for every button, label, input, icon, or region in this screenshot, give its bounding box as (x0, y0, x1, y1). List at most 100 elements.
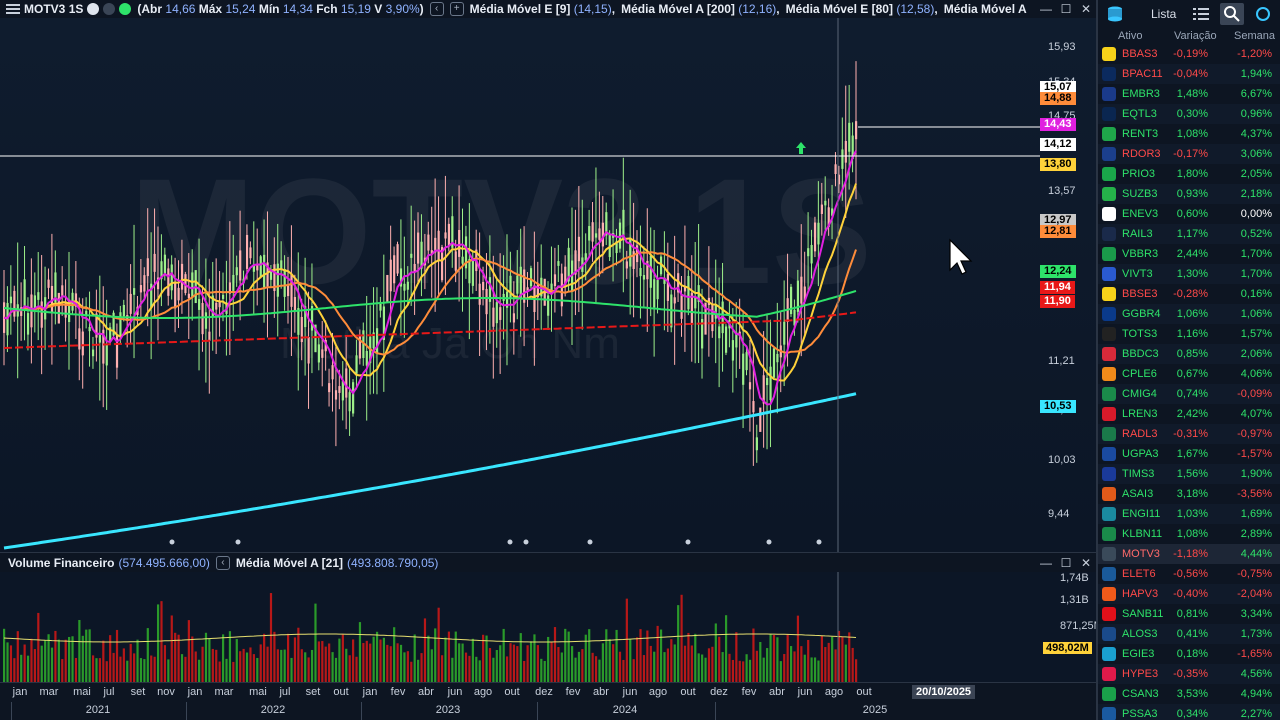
watchlist-row[interactable]: TOTS3 1,16% 1,57% (1098, 324, 1280, 344)
indicator-sma200[interactable]: Média Móvel A [200] (12,16), (621, 2, 780, 16)
variation-value: 0,34% (1176, 708, 1208, 720)
price-chart[interactable]: MOTV3 1S Motiva Ja On Nm (0, 18, 1096, 552)
watchlist-row[interactable]: PSSA3 0,34% 2,27% (1098, 704, 1280, 720)
volume-chart[interactable] (0, 572, 1096, 682)
watchlist-row[interactable]: BBSE3 -0,28% 0,16% (1098, 284, 1280, 304)
indicator-ma[interactable]: Média Móvel A (944, 2, 1027, 16)
volume-bar (779, 661, 782, 682)
watchlist-row[interactable]: VIVT3 1,30% 1,70% (1098, 264, 1280, 284)
watchlist-row[interactable]: MOTV3 -1,18% 4,44% (1098, 544, 1280, 564)
watchlist-row[interactable]: BPAC11 -0,04% 1,94% (1098, 64, 1280, 84)
volume-minimize-icon[interactable]: — (1038, 556, 1054, 570)
month-label: mar (214, 686, 234, 698)
settings-circle-icon[interactable] (87, 3, 100, 15)
event-dot (766, 539, 772, 545)
watchlist-row[interactable]: GGBR4 1,06% 1,06% (1098, 304, 1280, 324)
watchlist-row[interactable]: UGPA3 1,67% -1,57% (1098, 444, 1280, 464)
watchlist-row[interactable]: ENGI11 1,03% 1,69% (1098, 504, 1280, 524)
maximize-icon[interactable]: ☐ (1058, 2, 1074, 16)
indicator-ema9[interactable]: Média Móvel E [9] (14,15), (470, 2, 615, 16)
watchlist-title[interactable]: Lista (1151, 7, 1176, 21)
price-axis-label: 13,57 (1048, 185, 1076, 197)
col-week[interactable]: Semana (1234, 30, 1275, 42)
asset-logo-icon (1102, 107, 1116, 121)
asset-logo-icon (1102, 367, 1116, 381)
watchlist-row[interactable]: EQTL3 0,30% 0,96% (1098, 104, 1280, 124)
volume-bar (187, 620, 190, 682)
volume-maximize-icon[interactable]: ☐ (1058, 556, 1074, 570)
volume-close-icon[interactable]: ✕ (1078, 556, 1094, 570)
volume-bar (307, 657, 310, 682)
watchlist-row[interactable]: KLBN11 1,08% 2,89% (1098, 524, 1280, 544)
volume-bar (379, 639, 382, 682)
info-circle-icon[interactable] (103, 3, 116, 15)
month-label: set (130, 686, 146, 698)
watchlist-row[interactable]: HYPE3 -0,35% 4,56% (1098, 664, 1280, 684)
volume-bar (129, 643, 132, 682)
watchlist-row[interactable]: LREN3 2,42% 4,07% (1098, 404, 1280, 424)
candle-body (731, 340, 735, 361)
volume-bar (122, 648, 125, 682)
volume-bar (290, 657, 293, 682)
candle-body (348, 392, 351, 412)
watchlist-row[interactable]: CMIG4 0,74% -0,09% (1098, 384, 1280, 404)
watchlist-row[interactable]: EGIE3 0,18% -1,65% (1098, 644, 1280, 664)
volume-bar (608, 639, 611, 682)
watchlist-row[interactable]: VBBR3 2,44% 1,70% (1098, 244, 1280, 264)
volume-bar (133, 653, 136, 682)
minimize-icon[interactable]: — (1038, 2, 1054, 16)
watchlist-row[interactable]: PRIO3 1,80% 2,05% (1098, 164, 1280, 184)
watchlist-row[interactable]: CPLE6 0,67% 4,06% (1098, 364, 1280, 384)
indicator-ema80[interactable]: Média Móvel E [80] (12,58), (786, 2, 938, 16)
candle-body (283, 268, 286, 297)
database-icon[interactable] (1106, 6, 1124, 22)
col-variation[interactable]: Variação (1174, 30, 1217, 42)
menu-icon[interactable] (6, 3, 20, 15)
year-label: 2023 (435, 704, 461, 716)
watchlist-row[interactable]: BBAS3 -0,19% -1,20% (1098, 44, 1280, 64)
watchlist-row[interactable]: CSAN3 3,53% 4,94% (1098, 684, 1280, 704)
col-asset[interactable]: Ativo (1118, 30, 1142, 42)
watchlist-row[interactable]: RENT3 1,08% 4,37% (1098, 124, 1280, 144)
watchlist-row[interactable]: SANB11 0,81% 3,34% (1098, 604, 1280, 624)
asset-logo-icon (1102, 47, 1116, 61)
watchlist-row[interactable]: ASAI3 3,18% -3,56% (1098, 484, 1280, 504)
search-icon[interactable] (1223, 5, 1241, 23)
candle-body (444, 232, 447, 239)
volume-bar (625, 598, 628, 682)
watchlist-row[interactable]: SUZB3 0,93% 2,18% (1098, 184, 1280, 204)
time-axis[interactable]: jan mar mai jul set nov jan mar mai jul set out jan f… (0, 682, 1096, 720)
candle-body (553, 274, 557, 287)
refresh-icon[interactable] (1254, 5, 1272, 23)
candle-body (471, 259, 474, 286)
watchlist-row[interactable]: ALOS3 0,41% 1,73% (1098, 624, 1280, 644)
chart-symbol[interactable]: MOTV3 1S (24, 2, 83, 16)
volume-bar (694, 633, 697, 682)
add-indicator-button[interactable]: + (449, 2, 464, 16)
candle-body (557, 261, 560, 266)
volume-bar (389, 646, 392, 682)
volume-bar (310, 649, 314, 682)
watchlist-row[interactable]: ELET6 -0,56% -0,75% (1098, 564, 1280, 584)
close-icon[interactable]: ✕ (1078, 2, 1094, 16)
volume-bar (677, 605, 680, 682)
volume-bar (642, 655, 646, 682)
watchlist-row[interactable]: HAPV3 -0,40% -2,04% (1098, 584, 1280, 604)
collapse-button[interactable]: ‹ (429, 2, 444, 16)
watchlist-row[interactable]: BBDC3 0,85% 2,06% (1098, 344, 1280, 364)
watchlist-row[interactable]: RAIL3 1,17% 0,52% (1098, 224, 1280, 244)
volume-bar (783, 654, 786, 682)
volume-bar (721, 652, 724, 682)
volume-bar (98, 658, 102, 682)
watchlist-row[interactable]: ENEV3 0,60% 0,00% (1098, 204, 1280, 224)
volume-collapse-button[interactable]: ‹ (215, 555, 230, 570)
month-label: fev (390, 686, 406, 698)
list-view-icon[interactable] (1192, 5, 1210, 23)
watchlist-row[interactable]: RADL3 -0,31% -0,97% (1098, 424, 1280, 444)
month-label: jan (187, 686, 203, 698)
watchlist-row[interactable]: RDOR3 -0,17% 3,06% (1098, 144, 1280, 164)
variation-value: -0,19% (1173, 48, 1208, 60)
watchlist-row[interactable]: EMBR3 1,48% 6,67% (1098, 84, 1280, 104)
watchlist-row[interactable]: TIMS3 1,56% 1,90% (1098, 464, 1280, 484)
volume-bar (796, 615, 800, 682)
